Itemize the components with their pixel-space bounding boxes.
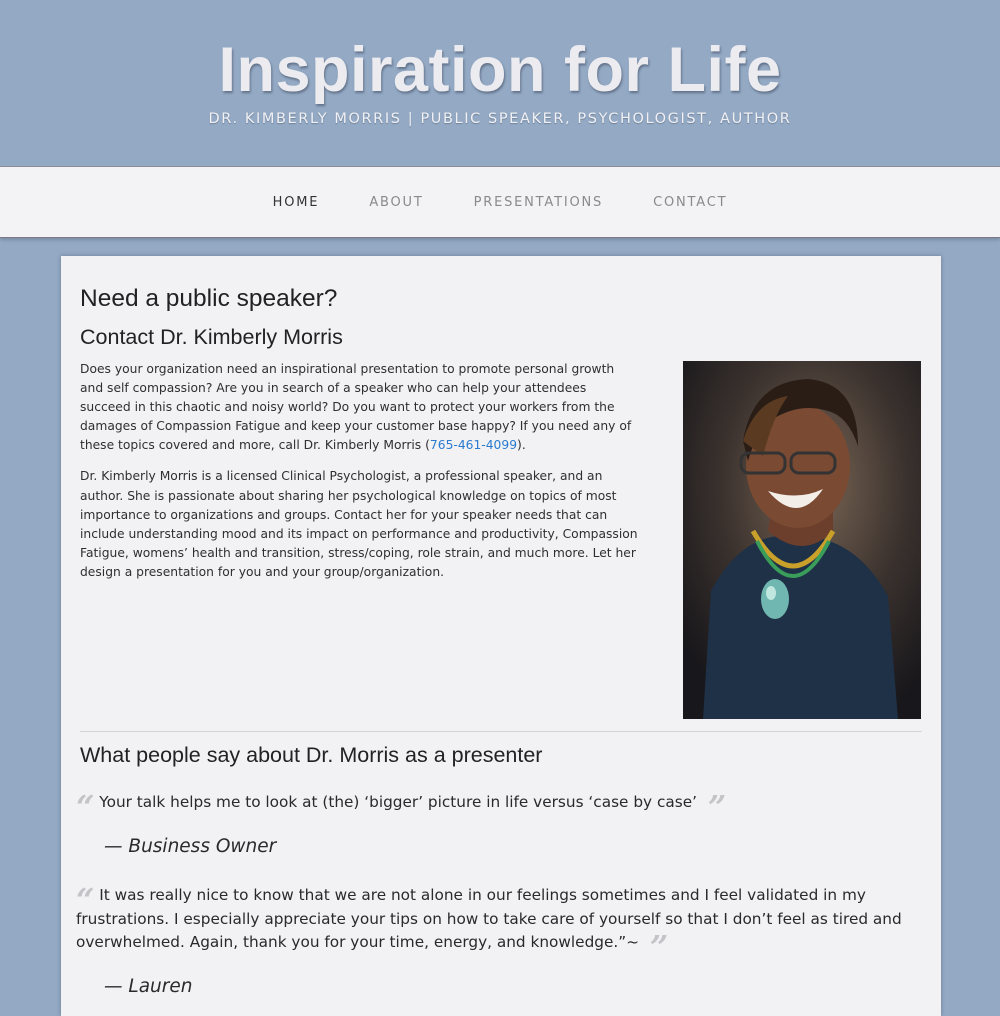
content-panel: Need a public speaker? Contact Dr. Kimbe… (61, 256, 941, 1016)
contact-subheading: Contact Dr. Kimberly Morris (80, 325, 343, 349)
site-title[interactable]: Inspiration for Life (0, 32, 1000, 108)
bio-paragraph: Dr. Kimberly Morris is a licensed Clinic… (80, 469, 638, 579)
site-tagline: DR. KIMBERLY MORRIS | PUBLIC SPEAKER, PS… (208, 111, 792, 127)
nav-home[interactable]: HOME (273, 195, 320, 210)
nav-contact[interactable]: CONTACT (653, 195, 727, 210)
testimonial-author: — Lauren (104, 976, 193, 997)
testimonial-text: It was really nice to know that we are n… (76, 886, 902, 951)
intro-text-before: Does your organization need an inspirati… (80, 362, 632, 453)
nav-presentations[interactable]: PRESENTATIONS (474, 195, 603, 210)
testimonial-text: Your talk helps me to look at (the) ‘big… (99, 793, 697, 811)
portrait-illustration (683, 361, 921, 719)
open-quote-icon: “ (76, 881, 95, 919)
testimonial-quote: “ Your talk helps me to look at (the) ‘b… (76, 791, 906, 823)
intro-text: Does your organization need an inspirati… (80, 360, 640, 594)
testimonials-heading: What people say about Dr. Morris as a pr… (80, 743, 543, 767)
testimonial-author: — Business Owner (104, 836, 277, 857)
testimonial-quote: “ It was really nice to know that we are… (76, 881, 906, 963)
intro-text-after: ). (517, 438, 526, 453)
nav-about[interactable]: ABOUT (369, 195, 423, 210)
site-header: Inspiration for Life DR. KIMBERLY MORRIS… (0, 0, 1000, 166)
phone-link[interactable]: 765-461-4099 (430, 438, 517, 452)
open-quote-icon: “ (76, 788, 95, 826)
page-heading: Need a public speaker? (80, 285, 338, 312)
close-quote-icon: ” (707, 788, 727, 826)
portrait-photo (683, 361, 921, 719)
main-nav: HOME ABOUT PRESENTATIONS CONTACT (0, 166, 1000, 238)
section-divider (80, 731, 922, 732)
intro-paragraph: Does your organization need an inspirati… (80, 360, 640, 455)
close-quote-icon: ” (649, 928, 669, 966)
